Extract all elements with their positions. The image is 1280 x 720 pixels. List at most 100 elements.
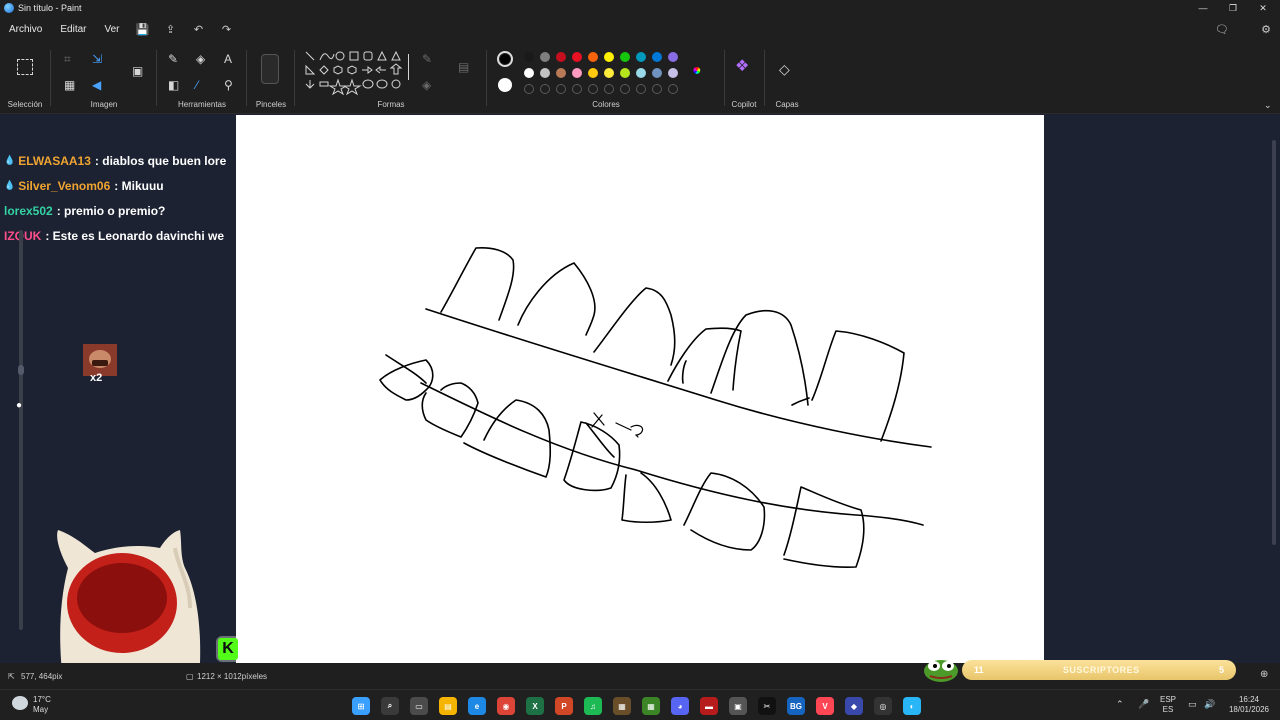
custom-color-slot[interactable] [636, 84, 646, 94]
background-remove-icon[interactable]: ▦ [64, 78, 75, 92]
color-picker-icon[interactable]: ⁄ [196, 78, 198, 92]
edit-colors-icon[interactable]: ● [692, 63, 702, 79]
outline-icon[interactable]: ✎ [422, 52, 432, 66]
drawing-canvas[interactable] [236, 115, 1044, 663]
maximize-button[interactable]: ❐ [1216, 0, 1250, 16]
color-swatch[interactable] [620, 52, 630, 62]
spotify-icon[interactable]: ♫ [584, 697, 602, 715]
microphone-icon[interactable]: 🎤 [1138, 699, 1149, 709]
weather-icon[interactable] [12, 696, 28, 710]
minecraft-launcher-icon[interactable]: ▦ [642, 697, 660, 715]
color-swatch[interactable] [524, 68, 534, 78]
color-swatch[interactable] [604, 68, 614, 78]
clock[interactable]: 16:24 18/01/2026 [1224, 695, 1274, 715]
shapes-scroll[interactable] [408, 54, 409, 80]
valorant-icon[interactable]: V [816, 697, 834, 715]
settings-icon[interactable]: ⚙ [1252, 23, 1280, 36]
shapes-gallery[interactable] [304, 50, 416, 104]
zoom-icon[interactable]: ⊕ [1260, 669, 1268, 680]
color-swatch[interactable] [636, 68, 646, 78]
slider-thumb[interactable] [18, 365, 24, 375]
file-explorer-icon[interactable]: ▤ [439, 697, 457, 715]
primary-color-ring[interactable] [497, 51, 513, 67]
paint-icon[interactable]: ◐ [903, 697, 921, 715]
brush-icon[interactable] [261, 54, 279, 84]
minimize-button[interactable]: — [1186, 0, 1220, 16]
magnifier-icon[interactable]: ⚲ [224, 78, 233, 92]
search-icon[interactable]: ⌕ [381, 697, 399, 715]
rotate-icon[interactable]: ◀ [92, 78, 101, 92]
custom-color-slot[interactable] [588, 84, 598, 94]
custom-color-slot[interactable] [524, 84, 534, 94]
streaming-app-icon[interactable]: ▬ [700, 697, 718, 715]
fill-shape-icon[interactable]: ◈ [422, 78, 431, 92]
save-icon[interactable]: 💾 [129, 23, 157, 36]
color-swatch[interactable] [540, 52, 550, 62]
network-icon[interactable]: ▭ [1188, 699, 1197, 709]
share-icon[interactable]: ⇪ [157, 23, 185, 36]
menu-ver[interactable]: Ver [95, 24, 128, 35]
color-swatch[interactable] [556, 52, 566, 62]
language-indicator[interactable]: ESP ES [1160, 695, 1176, 715]
color-swatch[interactable] [652, 68, 662, 78]
layers-icon[interactable]: ◇ [779, 62, 790, 76]
color-swatch[interactable] [604, 52, 614, 62]
capcut-icon[interactable]: ✂ [758, 697, 776, 715]
volume-icon[interactable]: 🔊 [1204, 699, 1215, 709]
color-swatch[interactable] [556, 68, 566, 78]
custom-color-slot[interactable] [572, 84, 582, 94]
windows-start-icon[interactable]: ⊞ [352, 697, 370, 715]
powerpoint-icon[interactable]: P [555, 697, 573, 715]
color-swatch[interactable] [540, 68, 550, 78]
chrome-icon[interactable]: ◉ [497, 697, 515, 715]
crop-icon[interactable]: ⌗ [64, 52, 71, 66]
redo-icon[interactable]: ↷ [213, 23, 241, 36]
copilot-chat-icon[interactable]: 🗨 [1208, 23, 1236, 36]
workspace-scrollbar[interactable] [1272, 140, 1276, 545]
color-swatch[interactable] [588, 68, 598, 78]
store-icon[interactable]: ▣ [729, 697, 747, 715]
close-button[interactable]: ✕ [1246, 0, 1280, 16]
custom-color-slot[interactable] [668, 84, 678, 94]
color-swatch[interactable] [668, 68, 678, 78]
menu-editar[interactable]: Editar [51, 24, 95, 35]
copilot-icon[interactable]: ❖ [735, 59, 749, 75]
ribbon-collapse-icon[interactable]: ⌄ [1264, 98, 1272, 112]
task-view-icon[interactable]: ▭ [410, 697, 428, 715]
custom-color-slot[interactable] [556, 84, 566, 94]
color-swatch[interactable] [572, 52, 582, 62]
color-swatch[interactable] [652, 52, 662, 62]
tray-overflow-icon[interactable]: ⌃ [1116, 699, 1124, 709]
weather-widget[interactable]: 17°C May [33, 695, 51, 715]
color-swatch[interactable] [668, 52, 678, 62]
image-select-icon[interactable]: ▣ [132, 64, 143, 78]
custom-color-slot[interactable] [604, 84, 614, 94]
shape-options-icon[interactable]: ▤ [458, 60, 469, 74]
minecraft-icon[interactable]: ▦ [613, 697, 631, 715]
fill-icon[interactable]: ◈ [196, 52, 205, 66]
eraser-icon[interactable]: ◧ [168, 78, 179, 92]
text-icon[interactable]: A [224, 52, 232, 66]
color-swatch[interactable] [620, 68, 630, 78]
custom-color-slot[interactable] [620, 84, 630, 94]
color-swatch[interactable] [636, 52, 646, 62]
obs-icon[interactable]: ◎ [874, 697, 892, 715]
drop-icon: ● [16, 400, 23, 411]
resize-icon[interactable]: ⇲ [92, 52, 102, 66]
menu-archivo[interactable]: Archivo [0, 24, 51, 35]
custom-color-slot[interactable] [652, 84, 662, 94]
color-swatch[interactable] [588, 52, 598, 62]
discord-icon[interactable]: ◕ [671, 697, 689, 715]
selection-icon[interactable] [17, 59, 33, 75]
color-swatch[interactable] [524, 52, 534, 62]
color-swatch[interactable] [572, 68, 582, 78]
pencil-icon[interactable]: ✎ [168, 52, 178, 66]
undo-icon[interactable]: ↶ [185, 23, 213, 36]
excel-icon[interactable]: X [526, 697, 544, 715]
volume-slider[interactable] [18, 230, 24, 630]
bg-app-icon[interactable]: BG [787, 697, 805, 715]
app-blue-icon[interactable]: ◆ [845, 697, 863, 715]
secondary-color[interactable] [498, 78, 512, 92]
custom-color-slot[interactable] [540, 84, 550, 94]
edge-icon[interactable]: e [468, 697, 486, 715]
